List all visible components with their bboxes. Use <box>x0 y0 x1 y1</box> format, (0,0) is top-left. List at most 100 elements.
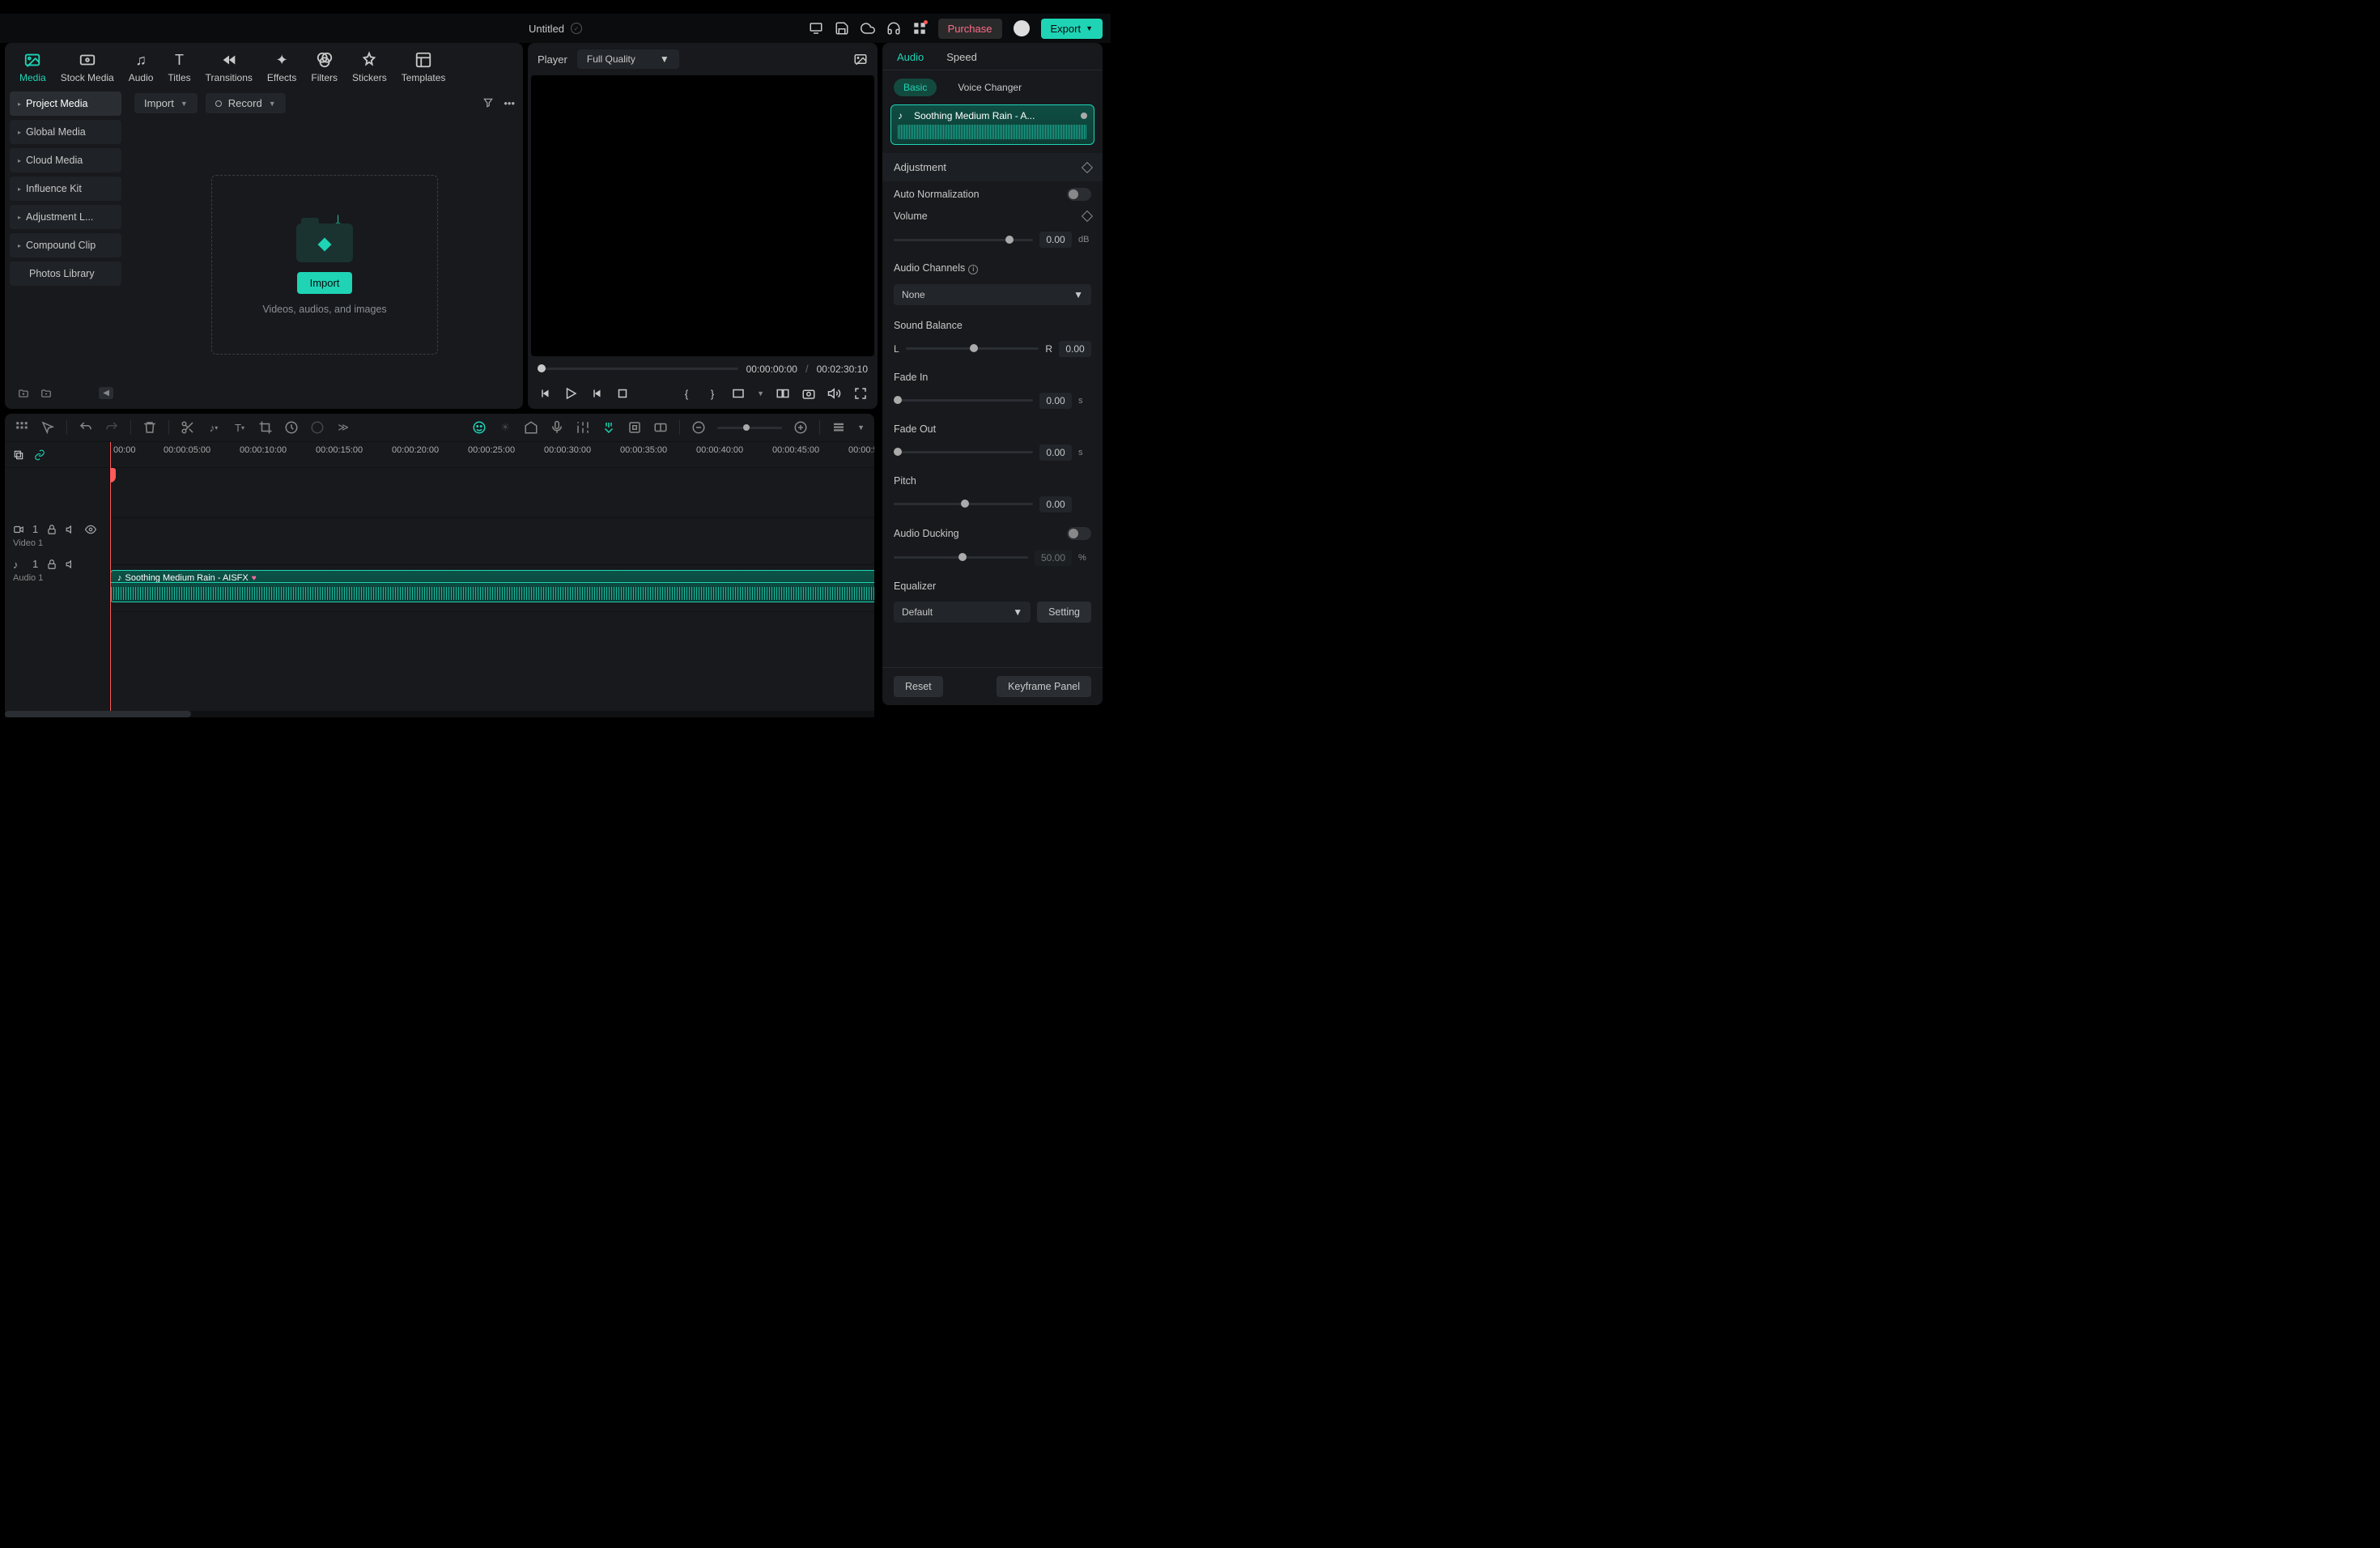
zoom-out-icon[interactable] <box>691 420 706 435</box>
snapshot-icon[interactable] <box>801 386 816 401</box>
sidebar-adjustment-layer[interactable]: ▸Adjustment L... <box>10 205 121 229</box>
fade-out-slider[interactable] <box>894 451 1033 453</box>
lock-icon[interactable] <box>46 559 57 570</box>
audio-clip[interactable]: ♪Soothing Medium Rain - AISFX♥ <box>110 570 874 602</box>
keyframe-panel-button[interactable]: Keyframe Panel <box>997 676 1091 697</box>
tab-templates[interactable]: Templates <box>402 51 446 83</box>
audio-track-1[interactable]: ♪Soothing Medium Rain - AISFX♥ <box>110 565 874 612</box>
track-view-chevron-icon[interactable]: ▼ <box>857 423 865 432</box>
apps-icon[interactable] <box>912 21 927 36</box>
user-avatar[interactable] <box>1014 20 1030 36</box>
video-track-1[interactable] <box>110 518 874 565</box>
aspect-icon[interactable] <box>731 386 746 401</box>
mute-icon[interactable] <box>66 559 77 570</box>
tab-stock-media[interactable]: Stock Media <box>61 51 114 83</box>
clip-handle-icon[interactable] <box>1081 113 1087 119</box>
inspector-tab-speed[interactable]: Speed <box>946 51 977 63</box>
balance-slider[interactable] <box>906 347 1039 350</box>
equalizer-select[interactable]: Default▼ <box>894 602 1031 623</box>
redo-icon[interactable] <box>104 420 119 435</box>
collapse-sidebar-icon[interactable]: ◀ <box>99 387 113 399</box>
export-button[interactable]: Export▼ <box>1041 19 1103 39</box>
equalizer-setting-button[interactable]: Setting <box>1037 602 1091 623</box>
fade-in-value[interactable]: 0.00 <box>1039 393 1072 409</box>
zoom-in-icon[interactable] <box>793 420 808 435</box>
magnetic-icon[interactable] <box>601 420 616 435</box>
fade-out-value[interactable]: 0.00 <box>1039 444 1072 461</box>
keyframe-tool-icon[interactable] <box>627 420 642 435</box>
reset-button[interactable]: Reset <box>894 676 943 697</box>
playhead[interactable] <box>110 442 111 711</box>
zoom-slider[interactable] <box>717 427 782 429</box>
visibility-icon[interactable] <box>85 524 96 535</box>
volume-slider[interactable] <box>894 239 1033 241</box>
fullscreen-icon[interactable] <box>853 386 868 401</box>
tab-filters[interactable]: Filters <box>311 51 338 83</box>
player-scrubber[interactable] <box>538 368 738 370</box>
info-icon[interactable]: i <box>968 265 978 274</box>
grid-icon[interactable] <box>15 420 29 435</box>
snapshot-panel-icon[interactable] <box>853 52 868 66</box>
text-icon[interactable]: T▾ <box>232 420 247 435</box>
display-icon[interactable] <box>809 21 823 36</box>
cloud-icon[interactable] <box>861 21 875 36</box>
new-folder-icon[interactable] <box>18 388 29 399</box>
purchase-button[interactable]: Purchase <box>938 19 1002 39</box>
render-icon[interactable]: ☀ <box>498 420 512 435</box>
volume-value[interactable]: 0.00 <box>1039 232 1072 248</box>
inspector-tab-audio[interactable]: Audio <box>897 51 924 63</box>
more-tools-icon[interactable]: ≫ <box>336 420 351 435</box>
tab-effects[interactable]: ✦Effects <box>267 51 296 83</box>
more-icon[interactable]: ••• <box>504 97 515 109</box>
delete-folder-icon[interactable] <box>40 388 52 399</box>
keyframe-diamond-icon[interactable] <box>1082 161 1093 172</box>
tab-stickers[interactable]: Stickers <box>352 51 387 83</box>
color-icon[interactable] <box>310 420 325 435</box>
fade-in-slider[interactable] <box>894 399 1033 402</box>
play-icon[interactable] <box>563 386 578 401</box>
audio-ducking-toggle[interactable] <box>1067 527 1091 540</box>
import-button[interactable]: Import <box>297 272 353 294</box>
aspect-chevron-icon[interactable]: ▼ <box>757 389 764 398</box>
timeline-ruler[interactable]: 00:00 00:00:05:00 00:00:10:00 00:00:15:0… <box>110 442 874 468</box>
track-layers-icon[interactable] <box>13 449 24 461</box>
next-frame-icon[interactable] <box>589 386 604 401</box>
volume-keyframe-icon[interactable] <box>1082 211 1093 222</box>
crop-icon[interactable] <box>258 420 273 435</box>
mark-in-icon[interactable]: { <box>679 386 694 401</box>
sidebar-cloud-media[interactable]: ▸Cloud Media <box>10 148 121 172</box>
empty-track-area[interactable] <box>110 612 874 693</box>
selected-clip-card[interactable]: ♪Soothing Medium Rain - A... <box>890 104 1094 145</box>
balance-value[interactable]: 0.00 <box>1059 341 1091 357</box>
lock-icon[interactable] <box>46 524 57 535</box>
timeline-scrollbar[interactable] <box>5 711 874 717</box>
mixer-icon[interactable] <box>576 420 590 435</box>
sidebar-project-media[interactable]: ▸Project Media <box>10 91 121 116</box>
subtab-voice-changer[interactable]: Voice Changer <box>948 79 1031 96</box>
tab-transitions[interactable]: Transitions <box>206 51 253 83</box>
adjustment-layer-icon[interactable] <box>653 420 668 435</box>
audio-channels-select[interactable]: None▼ <box>894 284 1091 305</box>
import-dropdown[interactable]: Import▼ <box>134 93 198 113</box>
speed-icon[interactable] <box>284 420 299 435</box>
music-icon[interactable]: ♪▾ <box>206 420 221 435</box>
filter-icon[interactable] <box>482 97 494 108</box>
pitch-slider[interactable] <box>894 503 1033 505</box>
sidebar-photos-library[interactable]: Photos Library <box>10 262 121 286</box>
link-icon[interactable] <box>34 449 45 461</box>
volume-icon[interactable] <box>827 386 842 401</box>
quality-dropdown[interactable]: Full Quality▼ <box>577 49 679 69</box>
track-view-icon[interactable] <box>831 420 846 435</box>
mark-out-icon[interactable]: } <box>705 386 720 401</box>
sidebar-influence-kit[interactable]: ▸Influence Kit <box>10 176 121 201</box>
compare-icon[interactable] <box>776 386 790 401</box>
subtab-basic[interactable]: Basic <box>894 79 937 96</box>
auto-normalization-toggle[interactable] <box>1067 188 1091 201</box>
ducking-slider[interactable] <box>894 556 1028 559</box>
media-dropzone[interactable]: ↓ Import Videos, audios, and images <box>126 120 523 409</box>
tab-media[interactable]: Media <box>19 51 46 83</box>
mute-icon[interactable] <box>66 524 77 535</box>
tab-audio[interactable]: ♫Audio <box>129 51 154 83</box>
sidebar-global-media[interactable]: ▸Global Media <box>10 120 121 144</box>
stop-icon[interactable] <box>615 386 630 401</box>
